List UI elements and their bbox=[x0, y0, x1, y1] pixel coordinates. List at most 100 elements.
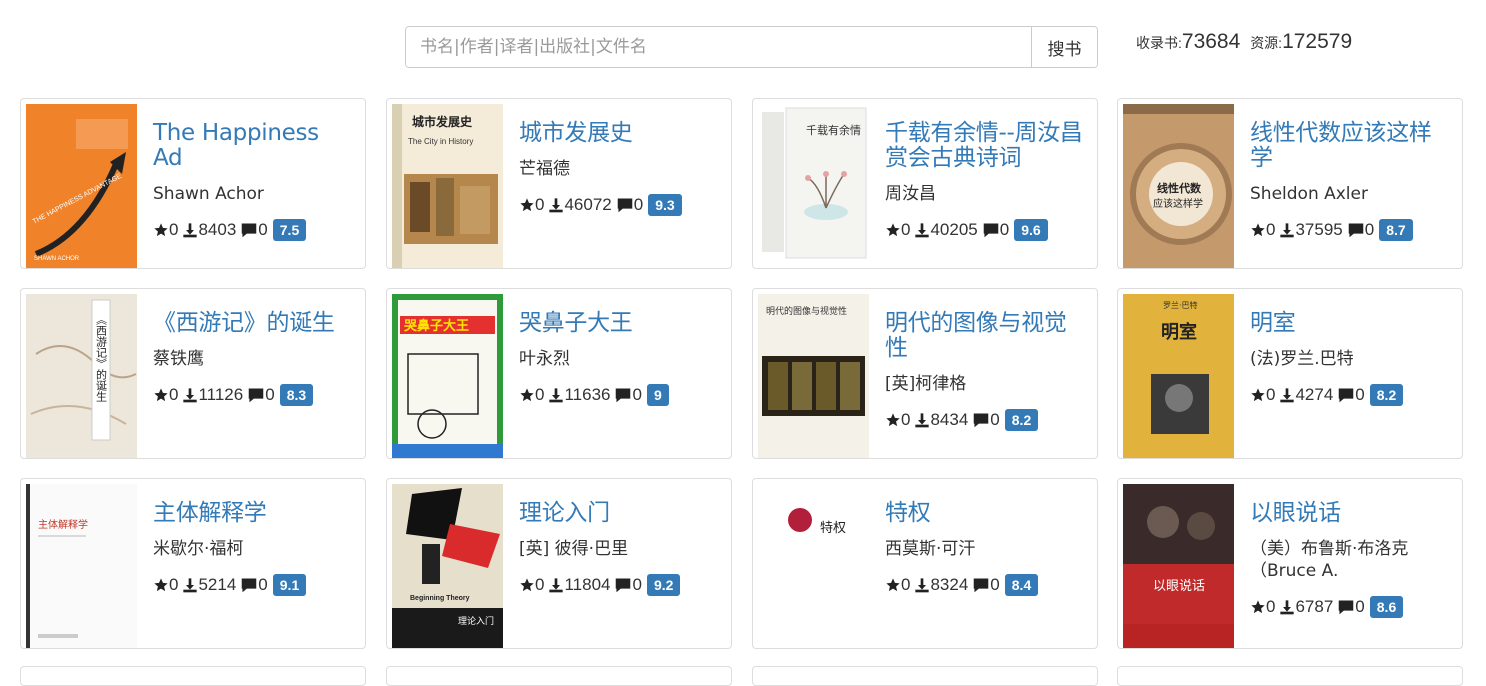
comment-icon[interactable] bbox=[240, 222, 258, 238]
book-cover[interactable]: 主体解释学 bbox=[26, 484, 137, 648]
book-card[interactable]: 罗兰·巴特 明室 明室 (法)罗兰.巴特 0 4274 0 8.2 bbox=[1117, 288, 1463, 459]
star-count: 0 bbox=[1266, 385, 1276, 404]
cover-title: Beginning Theory bbox=[410, 595, 470, 602]
book-title-link[interactable]: 特权 bbox=[885, 501, 1087, 526]
book-title-link[interactable]: 哭鼻子大王 bbox=[519, 311, 721, 336]
book-card[interactable]: THE HAPPINESS ADVANTAGE SHAWN ACHOR The … bbox=[20, 98, 366, 269]
comment-icon[interactable] bbox=[982, 222, 1000, 238]
download-icon[interactable] bbox=[1279, 387, 1295, 403]
download-icon[interactable] bbox=[182, 222, 198, 238]
star-count: 0 bbox=[169, 575, 179, 594]
comment-icon[interactable] bbox=[614, 577, 632, 593]
book-author: 蔡铁鹰 bbox=[153, 349, 204, 369]
book-cover[interactable]: 城市发展史 The City in History bbox=[392, 104, 503, 268]
rating-badge: 8.2 bbox=[1004, 409, 1039, 431]
book-cover[interactable]: 《西游记》的诞生 bbox=[26, 294, 137, 458]
book-card[interactable]: 《西游记》的诞生 《西游记》的诞生 蔡铁鹰 0 11126 0 8.3 bbox=[20, 288, 366, 459]
download-icon[interactable] bbox=[914, 577, 930, 593]
book-cover[interactable]: 以眼说话 bbox=[1123, 484, 1234, 648]
star-icon[interactable] bbox=[1250, 222, 1266, 238]
download-icon[interactable] bbox=[914, 222, 930, 238]
book-title-link[interactable]: 线性代数应该这样学 bbox=[1250, 121, 1452, 171]
star-count: 0 bbox=[535, 385, 545, 404]
search-button[interactable]: 搜书 bbox=[1031, 27, 1097, 67]
book-card[interactable]: 哭鼻子大王 哭鼻子大王 叶永烈 0 11636 0 9 bbox=[386, 288, 732, 459]
star-icon[interactable] bbox=[519, 577, 535, 593]
download-icon[interactable] bbox=[548, 387, 564, 403]
book-card-partial bbox=[752, 666, 1098, 686]
star-icon[interactable] bbox=[885, 222, 901, 238]
star-icon[interactable] bbox=[885, 412, 901, 428]
book-card[interactable]: 千载有余情 千载有余情--周汝昌赏会古典诗词 周汝昌 0 40205 0 9.6 bbox=[752, 98, 1098, 269]
star-icon[interactable] bbox=[885, 577, 901, 593]
comment-icon[interactable] bbox=[247, 387, 265, 403]
book-card[interactable]: 城市发展史 The City in History 城市发展史 芒福德 0 46… bbox=[386, 98, 732, 269]
book-title-link[interactable]: 主体解释学 bbox=[153, 501, 355, 526]
book-info: The Happiness Ad Shawn Achor 0 8403 0 7.… bbox=[153, 121, 355, 241]
book-title-link[interactable]: 城市发展史 bbox=[519, 121, 721, 146]
book-title-link[interactable]: 《西游记》的诞生 bbox=[153, 311, 355, 336]
book-cover[interactable]: 明代的图像与视觉性 bbox=[758, 294, 869, 458]
download-icon[interactable] bbox=[182, 387, 198, 403]
book-card[interactable]: 主体解释学 主体解释学 米歇尔·福柯 0 5214 0 9.1 bbox=[20, 478, 366, 649]
book-meta: 0 8324 0 8.4 bbox=[885, 574, 1087, 596]
comment-icon[interactable] bbox=[1337, 387, 1355, 403]
book-author: [英]柯律格 bbox=[885, 374, 967, 394]
comment-icon[interactable] bbox=[614, 387, 632, 403]
book-title-link[interactable]: 理论入门 bbox=[519, 501, 721, 526]
download-icon[interactable] bbox=[548, 577, 564, 593]
comment-icon[interactable] bbox=[1337, 599, 1355, 615]
book-card[interactable]: Privilege 特权 特权 西莫斯·可汗 0 8324 0 8.4 bbox=[752, 478, 1098, 649]
comment-icon[interactable] bbox=[1347, 222, 1365, 238]
book-cover[interactable]: THE HAPPINESS ADVANTAGE SHAWN ACHOR bbox=[26, 104, 137, 268]
star-icon[interactable] bbox=[1250, 599, 1266, 615]
book-card[interactable]: 以眼说话 以眼说话 （美）布鲁斯·布洛克（Bruce A. 0 6787 0 8… bbox=[1117, 478, 1463, 649]
book-card[interactable]: Beginning Theory 理论入门 理论入门 [英] 彼得·巴里 0 1… bbox=[386, 478, 732, 649]
book-title-link[interactable]: 明代的图像与视觉性 bbox=[885, 311, 1087, 361]
comment-icon[interactable] bbox=[240, 577, 258, 593]
book-author: Sheldon Axler bbox=[1250, 184, 1368, 204]
comment-icon[interactable] bbox=[972, 577, 990, 593]
download-icon[interactable] bbox=[1279, 599, 1295, 615]
download-icon[interactable] bbox=[182, 577, 198, 593]
book-cover[interactable]: Beginning Theory 理论入门 bbox=[392, 484, 503, 648]
download-count: 6787 bbox=[1295, 597, 1334, 616]
star-icon[interactable] bbox=[519, 197, 535, 213]
book-title-link[interactable]: The Happiness Ad bbox=[153, 121, 355, 171]
book-info: 千载有余情--周汝昌赏会古典诗词 周汝昌 0 40205 0 9.6 bbox=[885, 121, 1087, 241]
star-count: 0 bbox=[1266, 597, 1276, 616]
download-icon[interactable] bbox=[914, 412, 930, 428]
book-cover[interactable]: 哭鼻子大王 bbox=[392, 294, 503, 458]
comment-icon[interactable] bbox=[972, 412, 990, 428]
star-count: 0 bbox=[535, 575, 545, 594]
books-count: 73684 bbox=[1181, 30, 1241, 53]
star-icon[interactable] bbox=[1250, 387, 1266, 403]
download-icon[interactable] bbox=[548, 197, 564, 213]
book-cover[interactable]: 千载有余情 bbox=[758, 104, 869, 268]
download-count: 46072 bbox=[564, 195, 612, 214]
star-icon[interactable] bbox=[153, 387, 169, 403]
book-meta: 0 4274 0 8.2 bbox=[1250, 384, 1452, 406]
star-icon[interactable] bbox=[153, 577, 169, 593]
rating-badge: 8.4 bbox=[1004, 574, 1039, 596]
download-count: 11636 bbox=[564, 385, 611, 404]
book-info: 城市发展史 芒福德 0 46072 0 9.3 bbox=[519, 121, 721, 216]
cover-title: 城市发展史 bbox=[412, 114, 473, 129]
book-cover[interactable]: 罗兰·巴特 明室 bbox=[1123, 294, 1234, 458]
book-title-link[interactable]: 千载有余情--周汝昌赏会古典诗词 bbox=[885, 121, 1087, 171]
star-count: 0 bbox=[535, 195, 545, 214]
download-count: 5214 bbox=[198, 575, 237, 594]
book-card[interactable]: 明代的图像与视觉性 明代的图像与视觉性 [英]柯律格 0 8434 0 8.2 bbox=[752, 288, 1098, 459]
book-title-link[interactable]: 明室 bbox=[1250, 311, 1452, 336]
star-icon[interactable] bbox=[519, 387, 535, 403]
book-title-link[interactable]: 以眼说话 bbox=[1250, 501, 1452, 526]
download-count: 40205 bbox=[930, 220, 978, 239]
download-icon[interactable] bbox=[1279, 222, 1295, 238]
book-card[interactable]: 线性代数 应该这样学 线性代数应该这样学 Sheldon Axler 0 375… bbox=[1117, 98, 1463, 269]
star-icon[interactable] bbox=[153, 222, 169, 238]
book-cover[interactable]: Privilege 特权 bbox=[758, 484, 869, 648]
comment-icon[interactable] bbox=[616, 197, 634, 213]
search-input[interactable] bbox=[406, 27, 1031, 67]
book-cover[interactable]: 线性代数 应该这样学 bbox=[1123, 104, 1234, 268]
comment-count: 0 bbox=[633, 195, 644, 214]
